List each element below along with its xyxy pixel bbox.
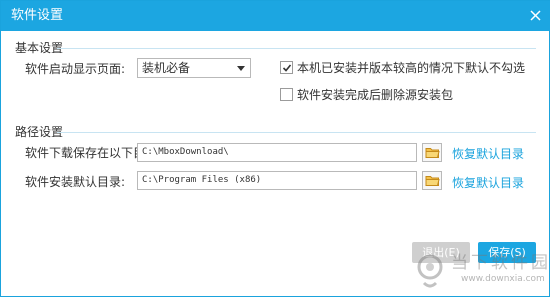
install-browse-button[interactable] bbox=[422, 171, 442, 190]
download-restore-default-link[interactable]: 恢复默认目录 bbox=[452, 147, 524, 161]
install-dir-input[interactable]: C:\Program Files (x86) bbox=[137, 171, 417, 190]
download-dir-input[interactable]: C:\MboxDownload\ bbox=[137, 143, 417, 162]
folder-icon bbox=[425, 176, 440, 186]
startup-page-value: 装机必备 bbox=[142, 61, 191, 75]
download-dir-value: C:\MboxDownload\ bbox=[142, 147, 229, 157]
download-browse-button[interactable] bbox=[422, 143, 442, 162]
window-title: 软件设置 bbox=[11, 8, 64, 23]
settings-dialog: 软件设置 基本设置 软件启动显示页面: 装机必备 本机已安装并版本较高的情况下默… bbox=[0, 0, 550, 297]
chevron-down-icon bbox=[237, 66, 245, 71]
basic-section-title: 基本设置 bbox=[15, 41, 64, 55]
install-restore-default-link[interactable]: 恢复默认目录 bbox=[452, 176, 524, 190]
path-section-divider bbox=[57, 132, 536, 133]
watermark-text: 当下软件园 bbox=[451, 253, 550, 273]
folder-icon bbox=[425, 148, 440, 158]
skip-installed-checkbox[interactable] bbox=[280, 61, 293, 74]
startup-page-select[interactable]: 装机必备 bbox=[137, 58, 251, 78]
delete-package-label[interactable]: 软件安装完成后删除源安装包 bbox=[297, 88, 453, 102]
watermark-logo-icon bbox=[417, 254, 443, 288]
title-bar: 软件设置 bbox=[1, 1, 550, 31]
install-dir-label: 软件安装默认目录: bbox=[25, 175, 126, 189]
checkmark-icon bbox=[282, 64, 292, 72]
install-dir-value: C:\Program Files (x86) bbox=[142, 175, 262, 185]
close-button[interactable] bbox=[519, 1, 550, 31]
delete-package-checkbox[interactable] bbox=[280, 88, 293, 101]
path-section-title: 路径设置 bbox=[15, 125, 64, 139]
startup-page-label: 软件启动显示页面: bbox=[25, 62, 126, 76]
basic-section-divider bbox=[57, 48, 536, 49]
watermark-url: www.downxia.com bbox=[461, 274, 545, 284]
skip-installed-label[interactable]: 本机已安装并版本较高的情况下默认不勾选 bbox=[297, 61, 525, 75]
close-icon bbox=[530, 10, 541, 21]
